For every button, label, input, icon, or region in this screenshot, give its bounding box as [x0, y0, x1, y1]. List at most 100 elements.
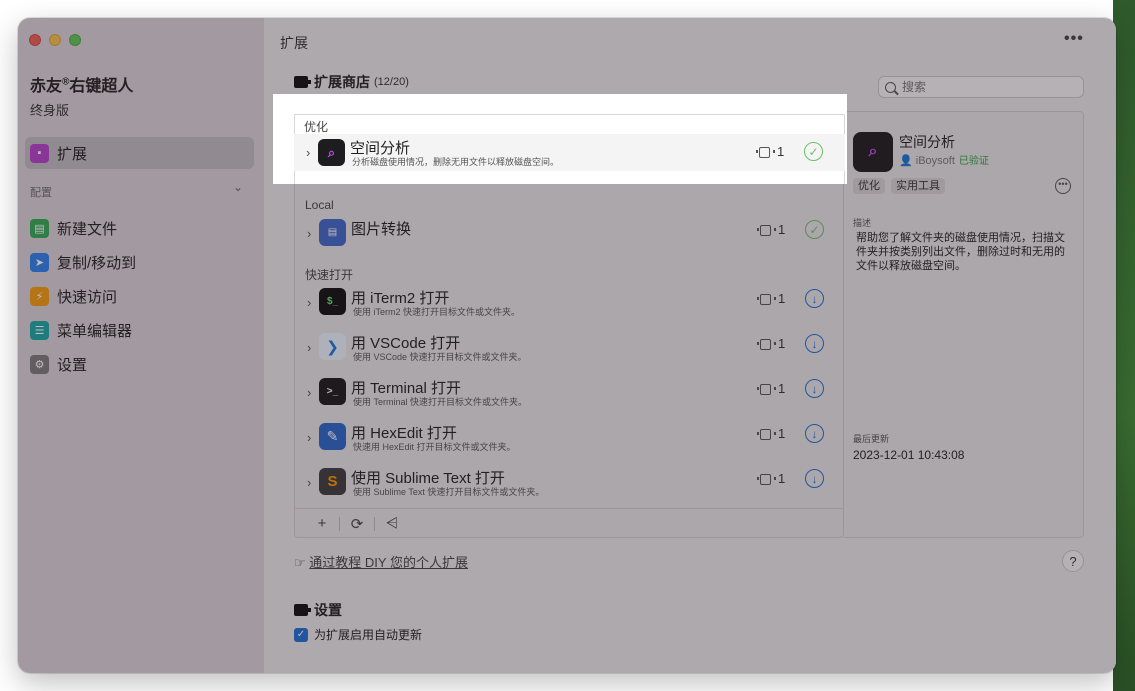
sidebar-item-menu-editor[interactable]: ☰ 菜单编辑器 [25, 314, 254, 346]
chevron-down-icon[interactable]: ⌄ [233, 180, 243, 194]
store-heading: 扩展商店 (12/20) [294, 72, 409, 92]
store-title: 扩展商店 [314, 74, 370, 90]
version-label: 1 [778, 222, 786, 237]
chip-icon [757, 225, 776, 236]
filter-button[interactable]: ⩤ [375, 515, 409, 532]
disk-analysis-icon: ⌕ [318, 139, 345, 166]
extension-description: 使用 iTerm2 快速打开目标文件或文件夹。 [353, 307, 521, 317]
disk-analysis-icon: ⌕ [853, 132, 893, 172]
desktop-background [1113, 0, 1135, 691]
extension-description: 快速用 HexEdit 打开目标文件或文件夹。 [353, 442, 516, 452]
version-label: 1 [778, 336, 786, 351]
tag-utility[interactable]: 实用工具 [891, 178, 945, 194]
extension-description: 使用 Sublime Text 快速打开目标文件或文件夹。 [353, 487, 545, 497]
chip-icon [757, 474, 776, 485]
app-title: 赤友®右键超人 [30, 76, 134, 95]
sidebar-item-label: 快速访问 [57, 288, 118, 306]
version-label: 1 [778, 471, 786, 486]
refresh-button[interactable]: ⟳ [340, 515, 374, 533]
list-item[interactable]: › $_ 用 iTerm2 打开 使用 iTerm2 快速打开目标文件或文件夹。… [295, 282, 843, 327]
auto-update-checkbox[interactable]: ✓ [294, 627, 308, 642]
author-name: iBoysoft [915, 155, 955, 167]
diy-link-text[interactable]: 通过教程 DIY 您的个人扩展 [309, 555, 468, 570]
group-label-local: Local [305, 198, 334, 212]
chip-icon [757, 294, 776, 305]
download-icon[interactable]: ↓ [805, 469, 824, 488]
sidebar-item-label: 扩展 [57, 145, 88, 163]
sidebar-item-label: 新建文件 [57, 220, 118, 238]
sidebar-item-new-file[interactable]: ▤ 新建文件 [25, 212, 254, 244]
download-icon[interactable]: ↓ [805, 334, 824, 353]
search-icon [885, 81, 896, 93]
installed-check-icon[interactable]: ✓ [805, 220, 824, 239]
auto-update-label: 为扩展启用自动更新 [314, 628, 423, 642]
download-icon[interactable]: ↓ [805, 379, 824, 398]
add-button[interactable]: + [305, 515, 339, 532]
chevron-right-icon[interactable]: › [307, 430, 311, 445]
sidebar-item-label: 设置 [57, 356, 88, 374]
sidebar: 赤友®右键超人 终身版 ▪ 扩展 配置 ⌄ ▤ 新建文件 ➤ 复制/移动到 ⚡ … [18, 18, 264, 673]
more-options-button[interactable]: ••• [1064, 30, 1084, 48]
sidebar-item-quick-access[interactable]: ⚡ 快速访问 [25, 280, 254, 312]
list-item[interactable]: › >_ 用 Terminal 打开 使用 Terminal 快速打开目标文件或… [295, 372, 843, 417]
bolt-icon: ⚡ [30, 286, 49, 306]
last-updated-label: 最后更新 [853, 434, 890, 444]
chip-icon [757, 429, 776, 440]
installed-check-icon[interactable]: ✓ [804, 142, 823, 161]
detail-more-button[interactable]: ••• [1055, 178, 1071, 194]
close-window-button[interactable] [29, 34, 41, 46]
list-toolbar: + ⟳ ⩤ [295, 508, 843, 538]
plugin-icon [294, 604, 311, 616]
sidebar-item-copy-move[interactable]: ➤ 复制/移动到 [25, 246, 254, 278]
list-item[interactable]: › ❯ 用 VSCode 打开 使用 VSCode 快速打开目标文件或文件夹。 … [295, 327, 843, 372]
last-updated-value: 2023-12-01 10:43:08 [853, 448, 965, 462]
detail-description: 帮助您了解文件夹的磁盘使用情况，扫描文件夹并按类别列出文件，删除过时和无用的文件… [856, 232, 1065, 272]
verified-badge: 已验证 [958, 156, 989, 167]
detail-panel: ⌕ 空间分析 👤 iBoysoft 已验证 优化 实用工具 ••• 描述 帮助您了… [844, 111, 1084, 538]
version-label: 1 [778, 426, 786, 441]
new-file-icon: ▤ [30, 218, 49, 238]
list-item-selected[interactable]: › ⌕ 空间分析 分析磁盘使用情况，删除无用文件以释放磁盘空间。 1 ✓ [294, 134, 845, 171]
app-edition: 终身版 [30, 103, 70, 118]
download-icon[interactable]: ↓ [805, 424, 824, 443]
image-convert-icon: ▤ [319, 219, 346, 246]
extension-description: 分析磁盘使用情况，删除无用文件以释放磁盘空间。 [352, 157, 560, 167]
extension-description: 使用 Terminal 快速打开目标文件或文件夹。 [353, 397, 528, 407]
iterm2-icon: $_ [319, 288, 346, 315]
minimize-window-button[interactable] [49, 34, 61, 46]
search-input[interactable] [902, 80, 1072, 94]
auto-update-row[interactable]: ✓ 为扩展启用自动更新 [294, 626, 422, 643]
plugin-icon [294, 76, 311, 88]
gear-icon: ⚙ [30, 354, 49, 374]
list-item[interactable]: › S 使用 Sublime Text 打开 使用 Sublime Text 快… [295, 462, 843, 507]
download-icon[interactable]: ↓ [805, 289, 824, 308]
chip-icon [757, 384, 776, 395]
send-icon: ➤ [30, 252, 49, 272]
list-icon: ☰ [30, 320, 49, 340]
sidebar-item-extensions[interactable]: ▪ 扩展 [25, 137, 254, 169]
chevron-right-icon[interactable]: › [307, 475, 311, 490]
sidebar-item-label: 复制/移动到 [57, 254, 137, 272]
list-item[interactable]: › ▤ 图片转换 1 ✓ [295, 213, 843, 258]
tag-optimize[interactable]: 优化 [853, 178, 885, 194]
chevron-right-icon[interactable]: › [307, 385, 311, 400]
page-title: 扩展 [280, 35, 308, 51]
search-field[interactable] [878, 76, 1084, 98]
app-window: 赤友®右键超人 终身版 ▪ 扩展 配置 ⌄ ▤ 新建文件 ➤ 复制/移动到 ⚡ … [18, 18, 1116, 673]
group-label-optimize: 优化 [304, 120, 329, 134]
detail-author: 👤 iBoysoft 已验证 [899, 155, 989, 167]
chevron-right-icon[interactable]: › [307, 226, 311, 241]
sidebar-item-settings[interactable]: ⚙ 设置 [25, 348, 254, 380]
list-item[interactable]: › ✎ 用 HexEdit 打开 快速用 HexEdit 打开目标文件或文件夹。… [295, 417, 843, 462]
zoom-window-button[interactable] [69, 34, 81, 46]
version-label: 1 [778, 381, 786, 396]
help-button[interactable]: ? [1062, 550, 1084, 572]
diy-tutorial-link[interactable]: ☞ 通过教程 DIY 您的个人扩展 [294, 552, 468, 571]
chevron-right-icon[interactable]: › [307, 340, 311, 355]
description-label: 描述 [853, 218, 872, 228]
extension-icon: ▪ [30, 143, 49, 163]
version-label: 1 [778, 291, 786, 306]
highlighted-section: 优化 › ⌕ 空间分析 分析磁盘使用情况，删除无用文件以释放磁盘空间。 1 ✓ [273, 94, 847, 184]
chevron-right-icon[interactable]: › [306, 145, 310, 160]
chevron-right-icon[interactable]: › [307, 295, 311, 310]
